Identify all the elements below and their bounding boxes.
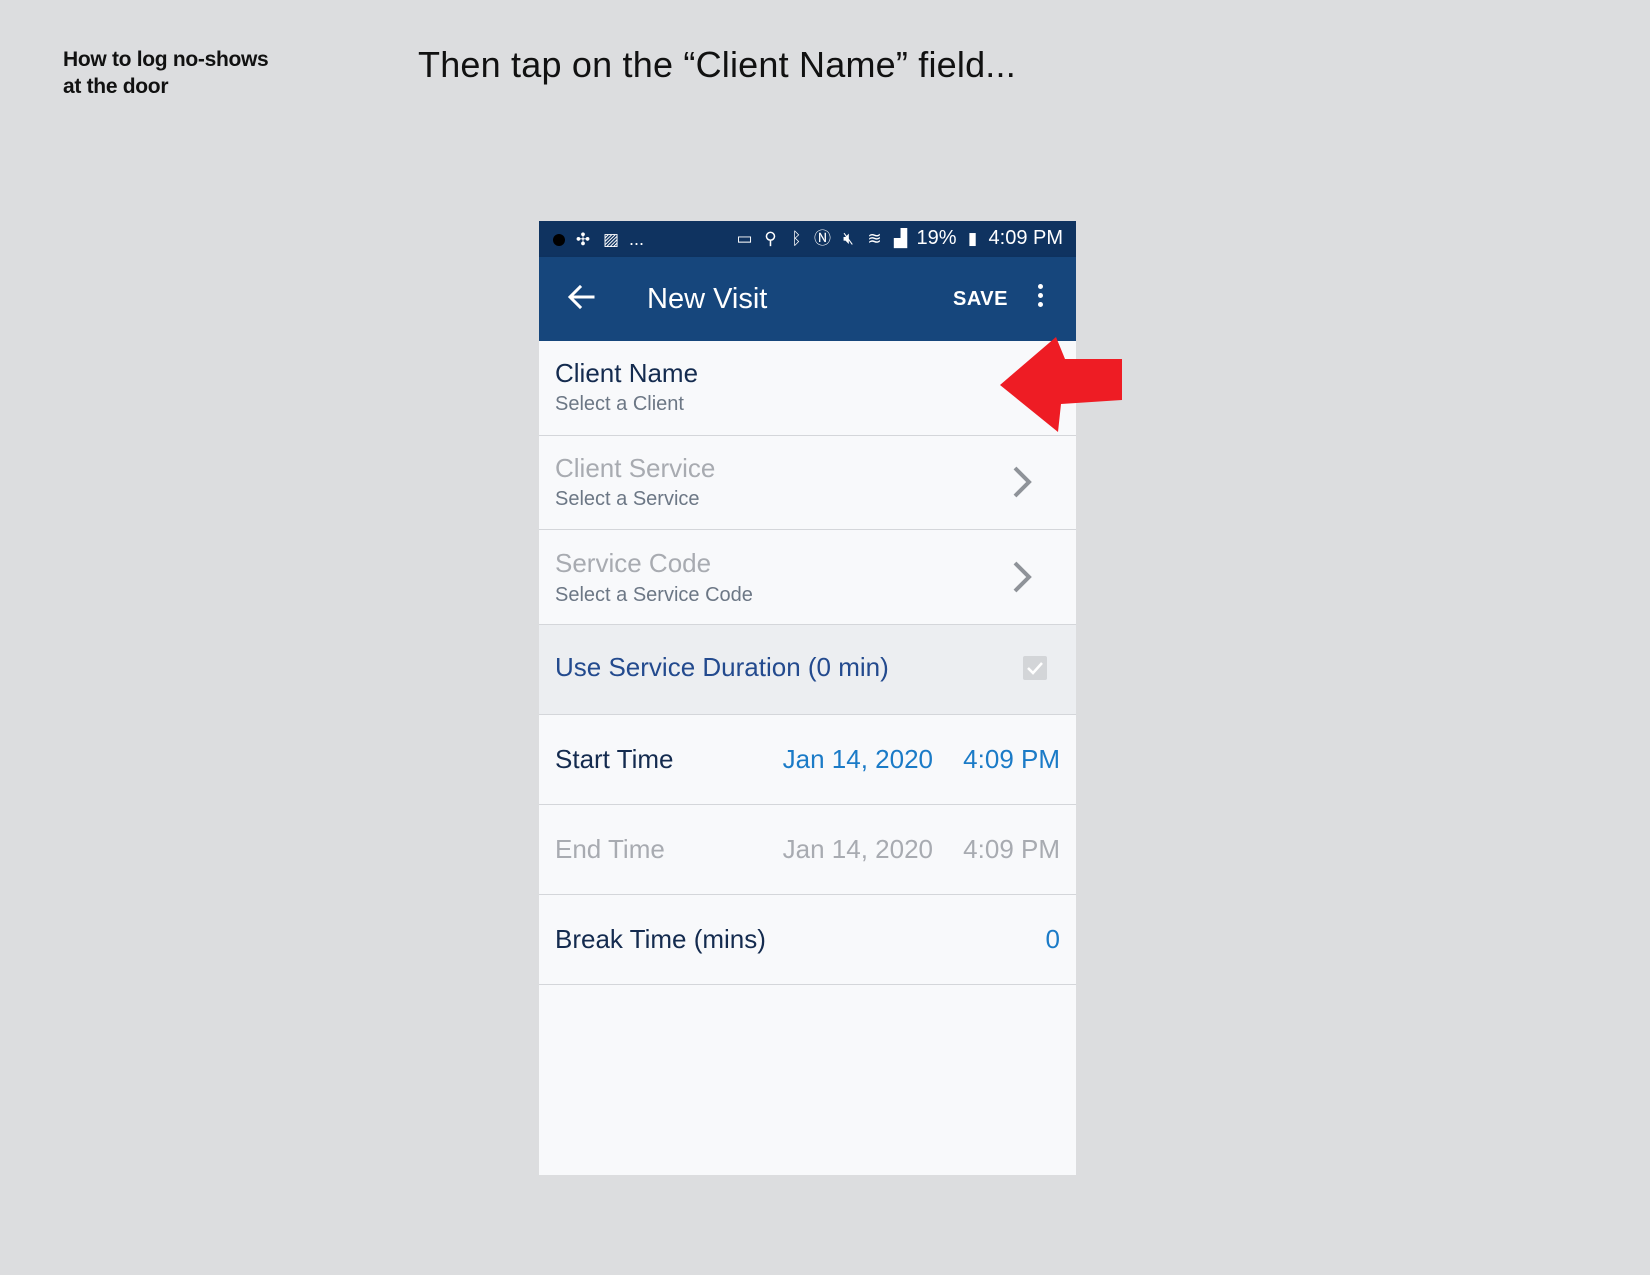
client-name-placeholder: Select a Client bbox=[555, 393, 684, 415]
status-bar: ✣ ▨ ... ▭ ⚲ ᛒ Ⓝ 🔇︎ ≋ ▟ 19% ▮ 4:09 PM bbox=[539, 221, 1076, 257]
nfc-icon: Ⓝ bbox=[813, 228, 831, 248]
signal-icon: ▟ bbox=[893, 228, 908, 248]
pinwheel-icon: ✣ bbox=[575, 229, 591, 249]
gallery-icon: ▨ bbox=[602, 229, 620, 249]
tutorial-title: How to log no-shows at the door bbox=[63, 46, 269, 100]
client-service-field[interactable]: Client Service Select a Service bbox=[539, 436, 1076, 530]
notification-dot-icon bbox=[553, 233, 565, 246]
end-date-value: Jan 14, 2020 bbox=[782, 834, 933, 864]
more-options-icon[interactable] bbox=[1033, 281, 1047, 313]
client-name-field[interactable]: Client Name Select a Client bbox=[539, 341, 1076, 436]
red-annotation-arrow-icon bbox=[1000, 337, 1122, 432]
client-service-label: Client Service bbox=[555, 453, 716, 483]
use-service-duration-toggle[interactable]: Use Service Duration (0 min) bbox=[539, 625, 1076, 715]
service-duration-checkbox[interactable] bbox=[1023, 656, 1047, 680]
checkmark-icon bbox=[1027, 662, 1043, 675]
client-name-label: Client Name bbox=[555, 358, 699, 388]
start-time-row: Start Time Jan 14, 2020 4:09 PM bbox=[539, 715, 1076, 805]
tutorial-title-line-1: How to log no-shows bbox=[63, 48, 269, 71]
battery-icon: ▮ bbox=[967, 228, 978, 248]
more-notifications-text: ... bbox=[629, 229, 645, 249]
break-time-row[interactable]: Break Time (mins) 0 bbox=[539, 895, 1076, 985]
chevron-right-icon bbox=[1013, 561, 1032, 593]
use-service-duration-label: Use Service Duration (0 min) bbox=[555, 652, 889, 682]
screen-title: New Visit bbox=[647, 283, 768, 315]
end-time-row: End Time Jan 14, 2020 4:09 PM bbox=[539, 805, 1076, 895]
end-time-value: 4:09 PM bbox=[963, 834, 1060, 864]
mute-icon: 🔇︎ bbox=[843, 228, 854, 248]
break-time-label: Break Time (mins) bbox=[555, 924, 766, 954]
start-time-label: Start Time bbox=[555, 744, 674, 774]
app-bar: New Visit SAVE bbox=[539, 257, 1076, 341]
chevron-right-icon bbox=[1013, 466, 1032, 498]
end-time-label: End Time bbox=[555, 834, 665, 864]
save-button[interactable]: SAVE bbox=[953, 288, 1008, 311]
start-date-value[interactable]: Jan 14, 2020 bbox=[783, 744, 933, 775]
service-code-label: Service Code bbox=[555, 548, 712, 578]
service-code-field[interactable]: Service Code Select a Service Code bbox=[539, 530, 1076, 625]
battery-percent: 19% bbox=[916, 227, 957, 249]
tutorial-title-line-2: at the door bbox=[63, 75, 169, 98]
start-time-value[interactable]: 4:09 PM bbox=[963, 744, 1060, 775]
service-code-placeholder: Select a Service Code bbox=[555, 584, 753, 606]
phone-screen: ✣ ▨ ... ▭ ⚲ ᛒ Ⓝ 🔇︎ ≋ ▟ 19% ▮ 4:09 PM New… bbox=[539, 221, 1076, 1175]
wifi-icon: ≋ bbox=[867, 228, 882, 248]
location-icon: ⚲ bbox=[764, 228, 777, 248]
cast-icon: ▭ bbox=[736, 228, 753, 248]
instruction-text: Then tap on the “Client Name” field... bbox=[418, 44, 1016, 85]
break-time-value[interactable]: 0 bbox=[1046, 924, 1060, 955]
status-time: 4:09 PM bbox=[988, 227, 1063, 249]
back-arrow-icon[interactable] bbox=[565, 279, 597, 315]
client-service-placeholder: Select a Service bbox=[555, 488, 700, 510]
bluetooth-icon: ᛒ bbox=[791, 228, 802, 248]
